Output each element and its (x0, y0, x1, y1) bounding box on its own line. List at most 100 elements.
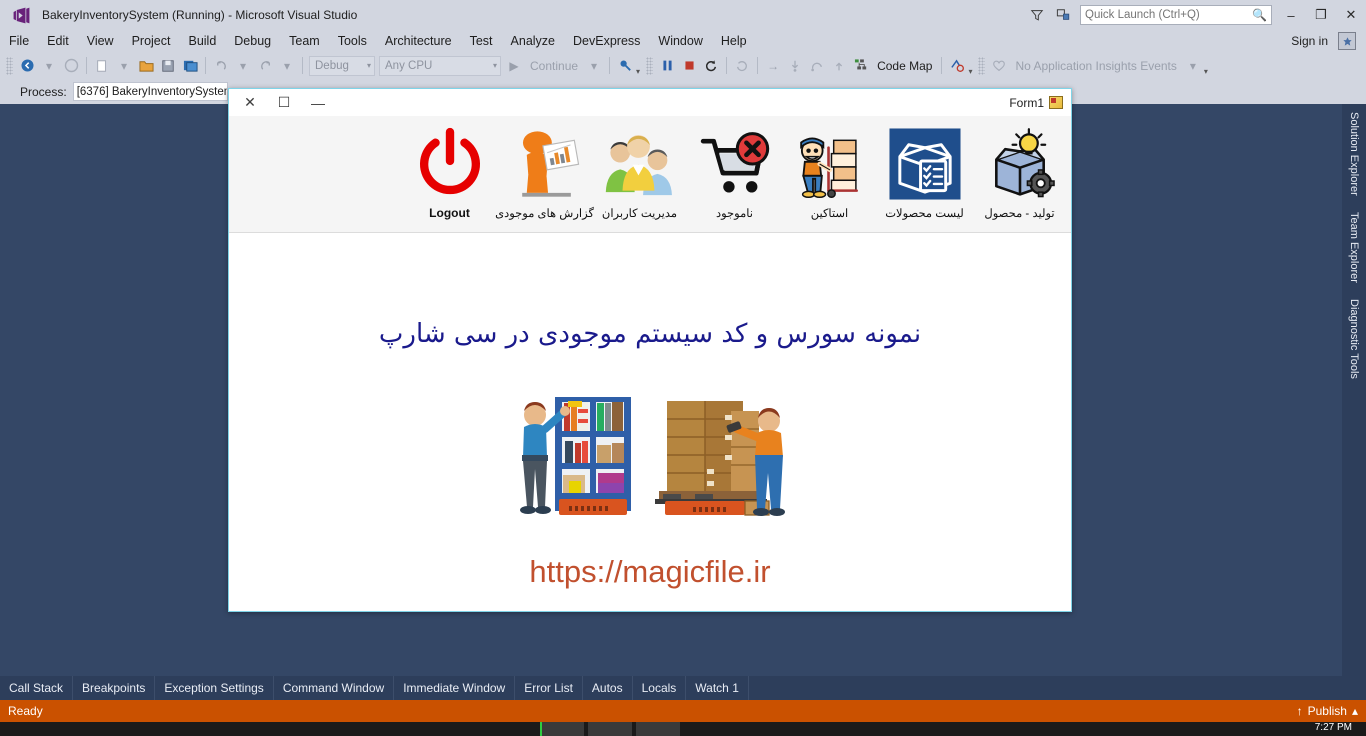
code-map-button[interactable]: Code Map (872, 59, 937, 73)
attach-process-icon[interactable] (614, 55, 636, 77)
toolstrip-item-product-production[interactable]: تولید - محصول (972, 120, 1067, 230)
taskbar-item[interactable] (588, 722, 632, 736)
save-icon[interactable] (157, 55, 179, 77)
redo-icon[interactable] (254, 55, 276, 77)
menu-item-debug[interactable]: Debug (225, 30, 280, 52)
application-insights-events-label[interactable]: No Application Insights Events (1010, 59, 1181, 73)
bottom-tab-autos[interactable]: Autos (583, 676, 633, 700)
toolbar-grip[interactable] (6, 56, 13, 75)
bottom-tab-call-stack[interactable]: Call Stack (0, 676, 74, 700)
taskbar-item[interactable] (540, 722, 584, 736)
chevron-down-icon: ▾ (366, 61, 371, 70)
bottom-tab-locals[interactable]: Locals (633, 676, 687, 700)
menu-item-window[interactable]: Window (649, 30, 711, 52)
toolstrip-item-logout[interactable]: Logout (402, 120, 497, 230)
filter-funnel-icon[interactable] (1024, 2, 1050, 28)
toolstrip-label: ناموجود (716, 208, 753, 220)
form-maximize-button[interactable]: ☐ (267, 91, 301, 115)
stop-debugging-icon[interactable] (678, 55, 700, 77)
bottom-tab-breakpoints[interactable]: Breakpoints (73, 676, 156, 700)
save-all-icon[interactable] (179, 55, 201, 77)
toolbar-overflow-icon[interactable]: ▾ (968, 67, 972, 76)
menu-item-analyze[interactable]: Analyze (502, 30, 564, 52)
toolbar-overflow-icon[interactable]: ▾ (1204, 67, 1208, 76)
code-map-icon[interactable] (850, 55, 872, 77)
dock-tab-diagnostic-tools[interactable]: Diagnostic Tools (1342, 291, 1364, 387)
toolbar-separator (726, 57, 728, 74)
navigate-back-dropdown-icon[interactable]: ▾ (38, 55, 60, 77)
vs-menu-bar: File Edit View Project Build Debug Team … (0, 30, 1366, 52)
bottom-tab-command-window[interactable]: Command Window (274, 676, 395, 700)
close-button[interactable]: ✕ (1336, 0, 1366, 30)
toolstrip-label: گزارش های موجودی (495, 208, 594, 220)
solution-platform-dropdown[interactable]: Any CPU ▾ (379, 55, 501, 76)
vs-standard-toolbar: ▾ ▾ ▾ ▾ Debug ▾ Any CPU ▾ ▶ Continue ▾ ▾… (0, 52, 1366, 79)
navigate-forward-icon[interactable] (60, 55, 82, 77)
undo-icon[interactable] (210, 55, 232, 77)
chevron-down-icon: ▾ (492, 61, 497, 70)
redo-dropdown-icon[interactable]: ▾ (276, 55, 298, 77)
continue-button[interactable]: Continue (525, 59, 583, 73)
toolstrip-item-product-list[interactable]: لیست محصولات (877, 120, 972, 230)
new-project-icon[interactable] (91, 55, 113, 77)
application-insights-icon[interactable] (988, 55, 1010, 77)
menu-item-team[interactable]: Team (280, 30, 329, 52)
sign-in-link[interactable]: Sign in (1281, 34, 1338, 48)
bottom-tab-watch-1[interactable]: Watch 1 (686, 676, 749, 700)
menu-item-architecture[interactable]: Architecture (376, 30, 461, 52)
solution-platform-value: Any CPU (385, 59, 433, 72)
step-into-icon[interactable] (784, 55, 806, 77)
step-out-icon[interactable] (828, 55, 850, 77)
insights-toolbar-grip[interactable] (978, 56, 986, 75)
debug-toolbar-grip[interactable] (646, 56, 654, 75)
taskbar-item[interactable] (636, 722, 680, 736)
continue-dropdown-icon[interactable]: ▾ (583, 55, 605, 77)
intellitrace-icon[interactable] (946, 55, 968, 77)
minimize-button[interactable]: – (1276, 0, 1306, 30)
bottom-tab-exception-settings[interactable]: Exception Settings (155, 676, 274, 700)
chevron-up-icon[interactable]: ▴ (1352, 704, 1358, 718)
menu-item-devexpress[interactable]: DevExpress (564, 30, 649, 52)
vs-title-bar: BakeryInventorySystem (Running) - Micros… (0, 0, 1366, 30)
insights-dropdown-icon[interactable]: ▾ (1182, 55, 1204, 77)
menu-item-project[interactable]: Project (123, 30, 180, 52)
toolstrip-item-inventory-reports[interactable]: گزارش های موجودی (495, 120, 594, 230)
visual-studio-window: BakeryInventorySystem (Running) - Micros… (0, 0, 1366, 736)
new-project-dropdown-icon[interactable]: ▾ (113, 55, 135, 77)
restart-icon[interactable] (700, 55, 722, 77)
undo-dropdown-icon[interactable]: ▾ (232, 55, 254, 77)
continue-play-icon[interactable]: ▶ (503, 55, 525, 77)
menu-item-build[interactable]: Build (179, 30, 225, 52)
bottom-tab-immediate-window[interactable]: Immediate Window (394, 676, 516, 700)
bottom-tab-error-list[interactable]: Error List (515, 676, 583, 700)
menu-item-file[interactable]: File (0, 30, 38, 52)
break-all-icon[interactable] (656, 55, 678, 77)
toolbar-overflow-icon[interactable]: ▾ (636, 67, 640, 76)
open-file-icon[interactable] (135, 55, 157, 77)
restore-button[interactable]: ❐ (1306, 0, 1336, 30)
menu-item-tools[interactable]: Tools (329, 30, 376, 52)
toolstrip-item-users-management[interactable]: مدیریت کاربران (592, 120, 687, 230)
quick-launch-box[interactable]: 🔍 (1080, 5, 1272, 25)
menu-item-view[interactable]: View (78, 30, 123, 52)
toolstrip-item-stocking[interactable]: استاکین (782, 120, 877, 230)
publish-button[interactable]: Publish (1308, 704, 1347, 718)
menu-item-help[interactable]: Help (712, 30, 756, 52)
toolstrip-item-out-of-stock[interactable]: ناموجود (687, 120, 782, 230)
process-dropdown[interactable]: [6376] BakeryInventorySystem.vshost.exe (72, 82, 228, 101)
menu-item-test[interactable]: Test (461, 30, 502, 52)
restart-dim-icon[interactable] (731, 55, 753, 77)
navigate-backward-icon[interactable] (16, 55, 38, 77)
menu-item-edit[interactable]: Edit (38, 30, 78, 52)
dock-tab-solution-explorer[interactable]: Solution Explorer (1342, 104, 1364, 204)
form-close-button[interactable]: ✕ (233, 91, 267, 115)
windows-taskbar: 7:27 PM (0, 722, 1366, 736)
solution-configuration-dropdown[interactable]: Debug ▾ (309, 55, 375, 76)
step-over-icon[interactable] (806, 55, 828, 77)
show-next-statement-icon[interactable]: → (762, 55, 784, 77)
send-feedback-icon[interactable] (1050, 2, 1076, 28)
dock-tab-team-explorer[interactable]: Team Explorer (1342, 204, 1364, 291)
quick-launch-input[interactable] (1085, 9, 1253, 21)
form-minimize-button[interactable]: — (301, 91, 335, 115)
notifications-icon[interactable] (1338, 32, 1356, 50)
